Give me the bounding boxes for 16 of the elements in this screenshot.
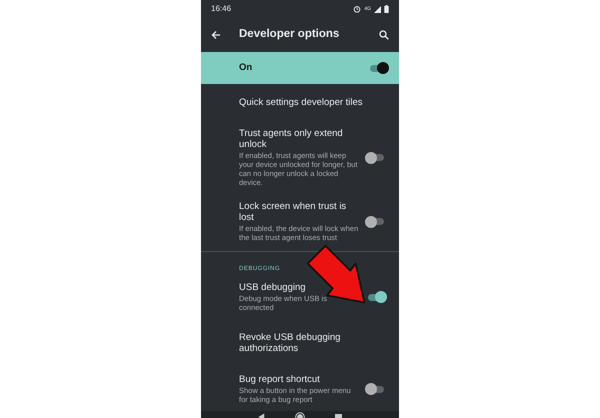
search-icon[interactable] [379, 30, 389, 40]
toolbar-title: Developer options [239, 27, 340, 42]
setting-title: Trust agents only extend unlock [239, 128, 344, 150]
pointer-arrow-icon [306, 244, 368, 306]
status-time: 16:46 [211, 3, 232, 15]
battery-icon [384, 5, 389, 13]
master-switch-label: On [239, 60, 254, 75]
master-switch-row[interactable]: On [201, 52, 399, 84]
back-arrow-icon[interactable] [211, 30, 221, 40]
settings-item[interactable]: Quick settings developer tiles [201, 84, 399, 121]
alarm-icon [353, 5, 362, 13]
settings-item[interactable]: Revoke USB debugging authorizations [201, 319, 399, 367]
setting-title: Bug report shortcut [239, 374, 321, 385]
setting-title: USB debugging [239, 282, 307, 293]
signal-icon [374, 6, 381, 12]
setting-title: Lock screen when trust is lost [239, 201, 348, 223]
